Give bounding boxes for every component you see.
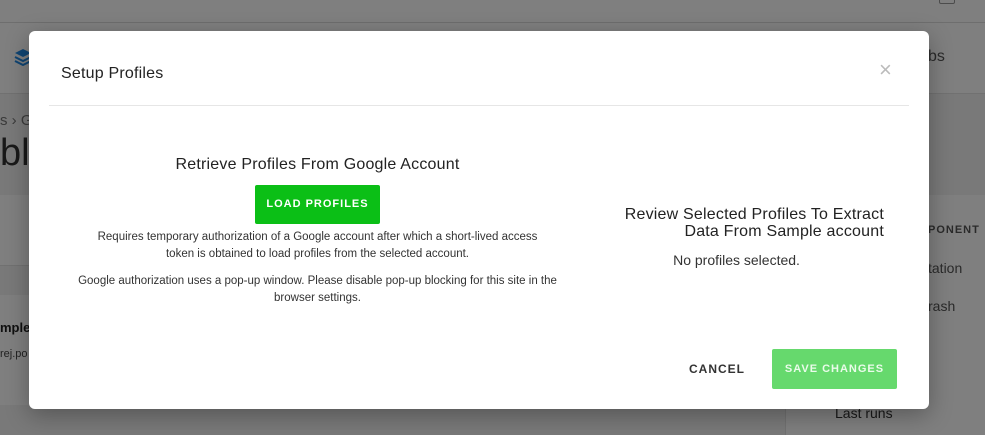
selected-profiles-heading-line: Review Selected Profiles To Extract [624, 206, 884, 223]
close-icon[interactable]: × [879, 59, 892, 81]
authorization-description: Requires temporary authorization of a Go… [97, 231, 538, 260]
load-profiles-button[interactable]: LOAD PROFILES [255, 185, 380, 224]
cancel-button[interactable]: CANCEL [689, 362, 745, 376]
selected-profiles-section: Review Selected Profiles To Extract Data… [589, 206, 884, 268]
dialog-title: Setup Profiles [61, 65, 164, 82]
selected-profiles-heading: Review Selected Profiles To Extract Data… [589, 206, 884, 240]
setup-profiles-dialog: Setup Profiles × Retrieve Profiles From … [29, 31, 929, 409]
retrieve-profiles-section: Retrieve Profiles From Google Account LO… [69, 156, 566, 307]
no-profiles-message: No profiles selected. [673, 252, 800, 268]
popup-warning: Google authorization uses a pop-up windo… [78, 275, 557, 304]
selected-profiles-heading-line: Data From Sample account [684, 223, 884, 240]
dialog-divider [49, 105, 909, 106]
save-changes-button[interactable]: SAVE CHANGES [772, 349, 897, 389]
retrieve-profiles-heading: Retrieve Profiles From Google Account [175, 156, 460, 173]
